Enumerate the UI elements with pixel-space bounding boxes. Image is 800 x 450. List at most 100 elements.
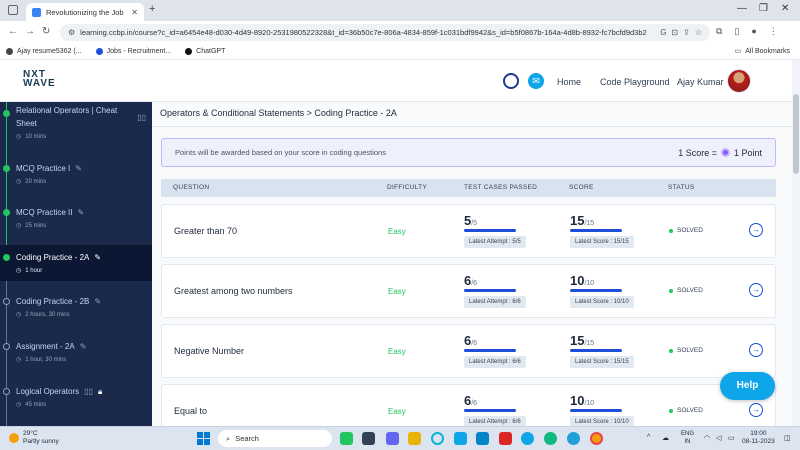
- passed-total: /6: [471, 280, 478, 287]
- windows-start-icon[interactable]: [197, 432, 210, 445]
- edge-icon[interactable]: [521, 432, 534, 445]
- browser-app-icon[interactable]: [476, 432, 489, 445]
- wifi-icon[interactable]: ◠: [704, 434, 710, 442]
- sidebar-item-duration: 2 hours, 30 mins: [25, 311, 70, 318]
- reload-icon[interactable]: ↻: [42, 26, 50, 37]
- timer-icon[interactable]: [503, 73, 519, 89]
- weather-widget[interactable]: 29°C Partly sunny: [9, 430, 59, 446]
- table-row[interactable]: Negative Number Easy 6/6 Latest Attempt …: [161, 324, 776, 378]
- browser-tab[interactable]: Revolutionizing the Job Marke ✕: [26, 3, 144, 21]
- task-view-icon[interactable]: [362, 432, 375, 445]
- side-panel-icon[interactable]: ▯: [734, 26, 739, 37]
- status-badge: SOLVED: [669, 227, 703, 234]
- passed-total: /6: [471, 340, 478, 347]
- column-difficulty: DIFFICULTY: [387, 184, 428, 191]
- volume-icon[interactable]: ◁: [716, 434, 721, 442]
- tab-close-icon[interactable]: ✕: [131, 8, 138, 17]
- open-question-arrow-icon[interactable]: →: [749, 283, 763, 297]
- difficulty-badge: Easy: [388, 287, 406, 296]
- chrome-app-icon[interactable]: [544, 432, 557, 445]
- bookmark-star-icon[interactable]: ☆: [695, 28, 702, 37]
- cortana-icon[interactable]: [431, 432, 444, 445]
- open-question-arrow-icon[interactable]: →: [749, 403, 763, 417]
- search-icon: ⌕: [226, 433, 231, 443]
- tray-overflow-icon[interactable]: ^: [647, 434, 650, 441]
- clock-icon: ◷: [16, 134, 22, 140]
- app-icon[interactable]: [340, 432, 353, 445]
- table-row[interactable]: Equal to Easy 6/6 Latest Attempt : 6/6 1…: [161, 384, 776, 426]
- breadcrumb: Operators & Conditional Statements > Cod…: [160, 108, 397, 118]
- weather-sun-icon: [9, 433, 19, 443]
- store-icon[interactable]: [454, 432, 467, 445]
- scrollbar-thumb[interactable]: [793, 94, 799, 174]
- chrome-icon[interactable]: [590, 432, 603, 445]
- bookmark-item[interactable]: Jobs - Recruitment...: [95, 48, 171, 55]
- sidebar-item-relational-operators[interactable]: Relational Operators | Cheat Sheet ▯▯ ◷ 10…: [0, 104, 152, 144]
- sidebar-item-coding-practice-2a[interactable]: Coding Practice - 2A ✎ ◷ 1 hour: [0, 245, 152, 281]
- solved-dot-icon: [669, 408, 673, 413]
- minimize-icon[interactable]: —: [737, 3, 747, 14]
- new-tab-icon[interactable]: +: [149, 3, 155, 15]
- table-row[interactable]: Greatest among two numbers Easy 6/6 Late…: [161, 264, 776, 318]
- taskbar-search[interactable]: ⌕ Search: [218, 430, 332, 447]
- nav-code-playground[interactable]: Code Playground: [600, 77, 670, 87]
- score-total: /10: [584, 400, 595, 407]
- file-explorer-icon[interactable]: [408, 432, 421, 445]
- nxtwave-logo[interactable]: NXT WAVE: [23, 70, 56, 89]
- avatar[interactable]: [727, 69, 751, 93]
- table-header: QUESTION DIFFICULTY TEST CASES PASSED SC…: [161, 179, 776, 197]
- question-title[interactable]: Equal to: [174, 406, 207, 416]
- tab-search-icon[interactable]: [8, 5, 18, 15]
- bookmark-item[interactable]: Ajay resume5362 (...: [6, 48, 82, 55]
- windows-taskbar: 29°C Partly sunny ⌕ Search ^ ☁ ENG IN ◠ …: [0, 426, 800, 450]
- notifications-icon[interactable]: ◫: [784, 434, 791, 442]
- sidebar-item-coding-practice-2b[interactable]: Coding Practice - 2B ✎ ◷ 2 hours, 30 mins: [0, 295, 152, 325]
- sidebar-item-logical-operators[interactable]: Logical Operators ▯▯ 🔒︎ ◷ 45 mins: [0, 385, 152, 415]
- sidebar-item-label: MCQ Practice II: [16, 208, 73, 217]
- open-question-arrow-icon[interactable]: →: [749, 343, 763, 357]
- extensions-icon[interactable]: ⧉: [716, 26, 722, 37]
- test-cases-passed: 5/5 Latest Attempt : 5/5: [464, 213, 526, 248]
- site-info-icon[interactable]: ⚙: [68, 28, 75, 37]
- score-total: /15: [584, 220, 595, 227]
- bookmark-item[interactable]: ChatGPT: [185, 48, 225, 55]
- system-clock[interactable]: 19:00 08-11-2023: [742, 430, 775, 446]
- forward-icon[interactable]: →: [25, 26, 35, 37]
- menu-icon[interactable]: ⋮: [769, 26, 778, 37]
- url-input[interactable]: ⚙ learning.ccbp.in/course?c_id=a6454e48-…: [60, 24, 710, 41]
- question-title[interactable]: Negative Number: [174, 346, 244, 356]
- cloud-icon[interactable]: ☁: [662, 434, 669, 442]
- status-badge: SOLVED: [669, 347, 703, 354]
- restore-icon[interactable]: ❐: [759, 3, 768, 14]
- profile-icon[interactable]: ●: [751, 26, 756, 37]
- bookmarks-bar: Ajay resume5362 (... Jobs - Recruitment.…: [0, 44, 800, 60]
- completed-icon: [3, 254, 10, 261]
- solved-dot-icon: [669, 288, 673, 293]
- question-title[interactable]: Greater than 70: [174, 226, 237, 236]
- score-value: 10: [570, 393, 585, 408]
- telegram-icon[interactable]: [567, 432, 580, 445]
- all-bookmarks-button[interactable]: ▭ All Bookmarks: [735, 47, 790, 56]
- battery-icon[interactable]: ▭: [728, 434, 735, 442]
- open-question-arrow-icon[interactable]: →: [749, 223, 763, 237]
- share-icon[interactable]: ⇪: [683, 28, 690, 37]
- install-icon[interactable]: ⊡: [671, 28, 678, 37]
- table-row[interactable]: Greater than 70 Easy 5/5 Latest Attempt …: [161, 204, 776, 258]
- back-icon[interactable]: ←: [8, 26, 18, 37]
- latest-score: Latest Score : 15/15: [570, 236, 634, 248]
- help-button[interactable]: Help: [720, 372, 775, 400]
- sidebar-item-mcq-practice-2[interactable]: MCQ Practice II ✎ ◷ 25 mins: [0, 206, 152, 236]
- sidebar-item-assignment-2a[interactable]: Assignment - 2A ✎ ◷ 1 hour, 30 mins: [0, 340, 152, 370]
- nav-home[interactable]: Home: [557, 77, 581, 87]
- google-lens-icon[interactable]: G: [660, 28, 666, 37]
- teams-icon[interactable]: [386, 432, 399, 445]
- sidebar-item-mcq-practice-1[interactable]: MCQ Practice I ✎ ◷ 20 mins: [0, 162, 152, 192]
- question-title[interactable]: Greatest among two numbers: [174, 286, 293, 296]
- page-scrollbar[interactable]: [792, 60, 800, 426]
- chat-icon[interactable]: ✉: [528, 73, 544, 89]
- language-indicator[interactable]: ENG IN: [681, 430, 694, 446]
- user-name[interactable]: Ajay Kumar: [677, 77, 724, 87]
- status-text: SOLVED: [677, 227, 703, 234]
- close-window-icon[interactable]: ✕: [781, 3, 789, 14]
- mcafee-icon[interactable]: [499, 432, 512, 445]
